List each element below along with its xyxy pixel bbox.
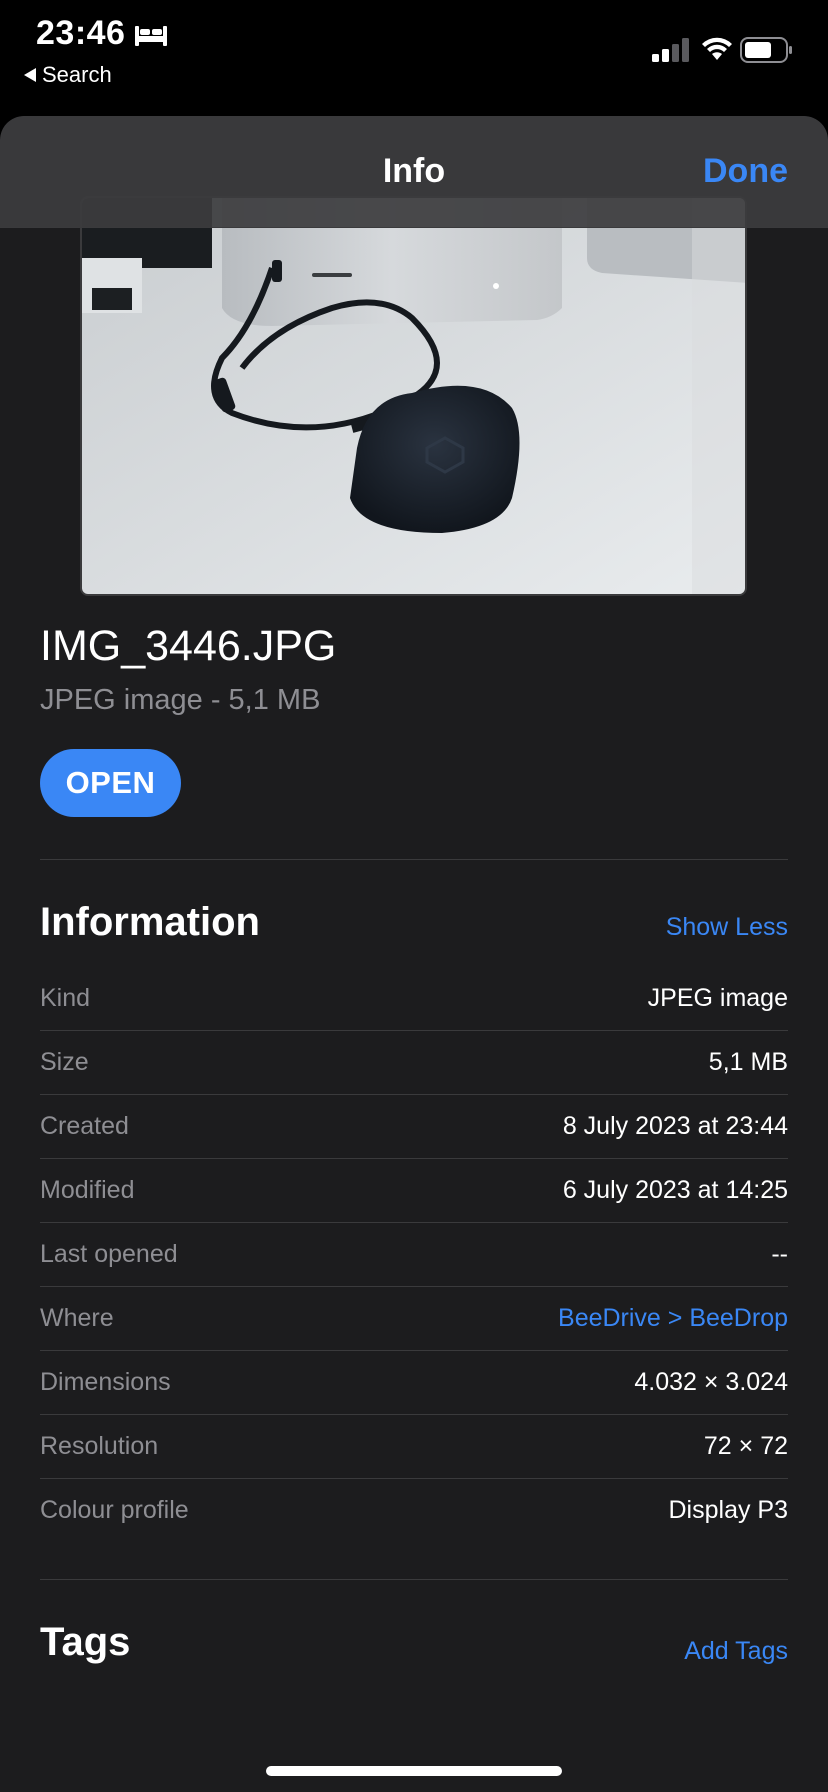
battery-icon: [740, 37, 792, 63]
info-sheet: Info Done IMG_3446.JPG JPEG image - 5,1 …: [0, 116, 828, 1792]
info-row-size: Size 5,1 MB: [40, 1031, 788, 1095]
bed-icon: [135, 26, 167, 46]
show-less-button[interactable]: Show Less: [666, 913, 788, 942]
file-name: IMG_3446.JPG: [40, 622, 337, 670]
info-value: 8 July 2023 at 23:44: [562, 1112, 788, 1140]
info-value: Display P3: [668, 1496, 789, 1524]
wifi-icon: [702, 37, 732, 60]
info-value: --: [771, 1240, 788, 1268]
info-key: Kind: [40, 984, 91, 1012]
file-meta: JPEG image - 5,1 MB: [40, 684, 321, 716]
add-tags-button[interactable]: Add Tags: [684, 1637, 788, 1666]
info-row-last-opened: Last opened --: [40, 1223, 788, 1287]
info-row-resolution: Resolution 72 × 72: [40, 1415, 788, 1479]
info-value: 4.032 × 3.024: [634, 1368, 788, 1396]
nav-bar: Info Done: [0, 116, 828, 228]
divider: [40, 1579, 788, 1580]
info-key: Dimensions: [40, 1368, 171, 1396]
signal-icon: [652, 38, 689, 62]
info-key: Where: [40, 1304, 114, 1332]
done-button[interactable]: Done: [703, 152, 788, 191]
file-preview-image[interactable]: [80, 196, 747, 596]
where-path-link[interactable]: BeeDrive > BeeDrop: [558, 1304, 788, 1333]
info-key: Modified: [40, 1176, 135, 1204]
information-list: Kind JPEG image Size 5,1 MB Created 8 Ju…: [40, 967, 788, 1543]
info-row-dimensions: Dimensions 4.032 × 3.024: [40, 1351, 788, 1415]
tags-title: Tags: [40, 1620, 131, 1664]
divider: [40, 859, 788, 860]
status-time: 23:46: [36, 14, 126, 52]
info-row-created: Created 8 July 2023 at 23:44: [40, 1095, 788, 1159]
info-row-modified: Modified 6 July 2023 at 14:25: [40, 1159, 788, 1223]
information-title: Information: [40, 900, 260, 944]
back-to-search-link[interactable]: Search: [24, 62, 112, 88]
info-value: 6 July 2023 at 14:25: [562, 1176, 788, 1204]
info-key: Colour profile: [40, 1496, 189, 1524]
info-value: 5,1 MB: [708, 1048, 788, 1076]
preview-photo: [82, 198, 745, 594]
info-key: Created: [40, 1112, 129, 1140]
info-key: Resolution: [40, 1432, 159, 1460]
info-key: Size: [40, 1048, 89, 1076]
home-indicator[interactable]: [266, 1766, 562, 1776]
info-value: JPEG image: [647, 984, 788, 1012]
open-button[interactable]: OPEN: [40, 749, 181, 817]
info-row-where: Where BeeDrive > BeeDrop: [40, 1287, 788, 1351]
back-arrow-icon: [24, 68, 36, 82]
info-row-colour-profile: Colour profile Display P3: [40, 1479, 788, 1543]
back-label: Search: [42, 62, 112, 87]
info-key: Last opened: [40, 1240, 178, 1268]
status-bar: 23:46 Search: [0, 0, 828, 112]
info-row-kind: Kind JPEG image: [40, 967, 788, 1031]
info-value: 72 × 72: [703, 1432, 788, 1460]
